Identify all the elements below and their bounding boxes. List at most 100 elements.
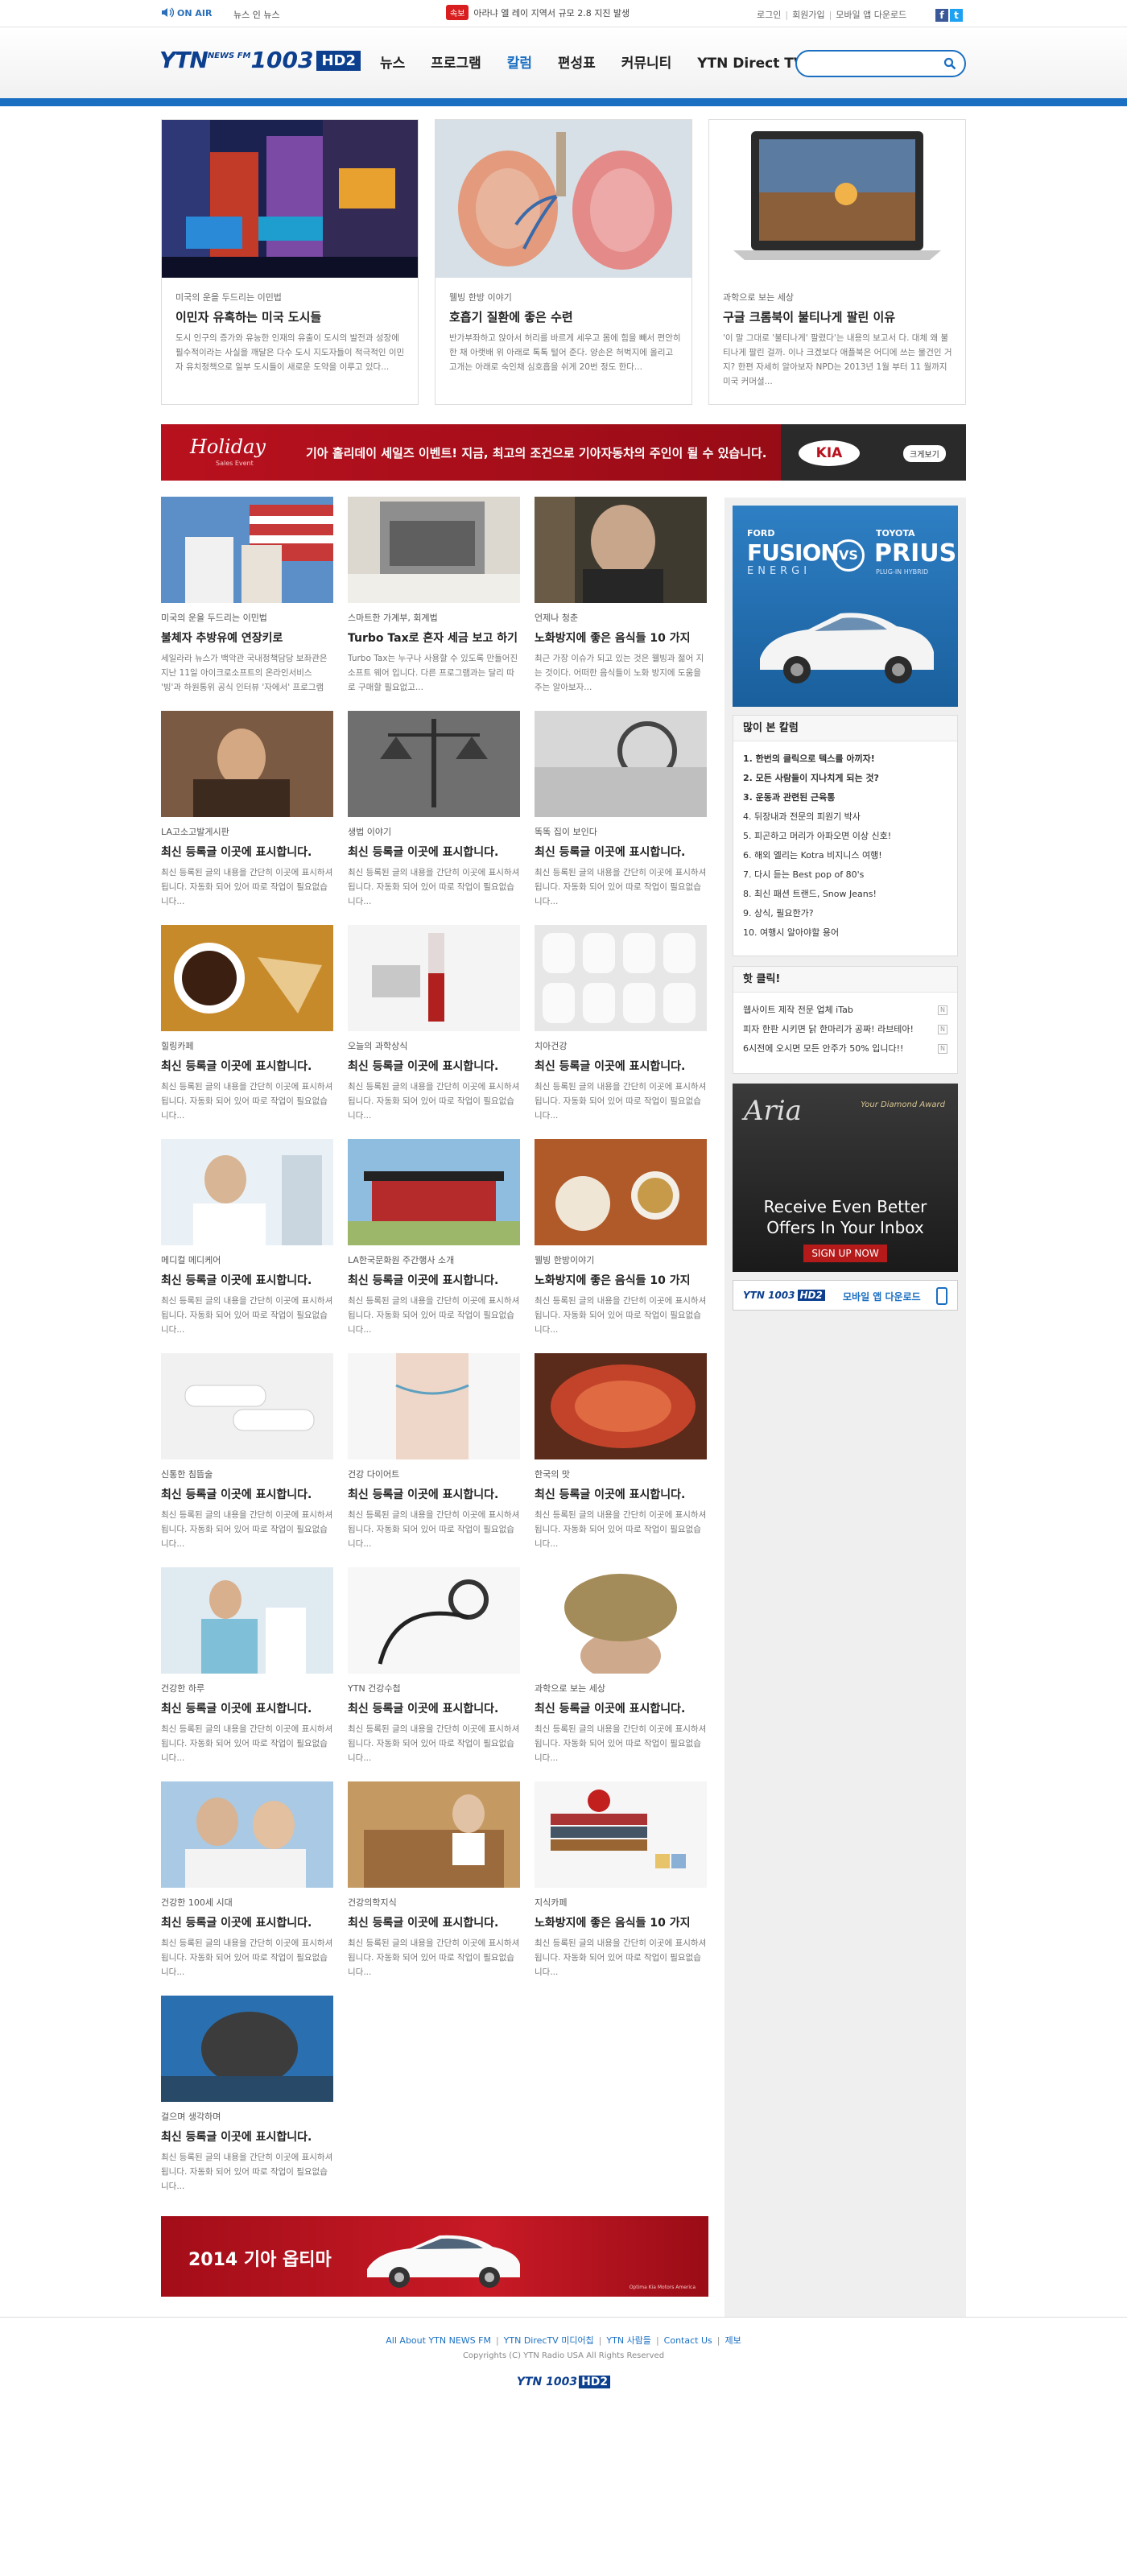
twitter-icon[interactable]: t xyxy=(950,9,963,22)
article-title[interactable]: 최신 등록글 이곳에 표시합니다. xyxy=(161,844,333,860)
article-card[interactable]: 건강한 하루 최신 등록글 이곳에 표시합니다. 최신 등록된 글의 내용을 간단히… xyxy=(161,1567,333,1765)
new-badge: N xyxy=(938,1025,947,1034)
article-desc: 최신 등록된 글의 내용을 간단히 이곳에 표시하셔 됩니다. 자동화 되어 있… xyxy=(161,1510,333,1549)
nav-programs[interactable]: 프로그램 xyxy=(431,56,481,72)
nav-direct-tv[interactable]: YTN Direct TV xyxy=(697,56,804,72)
article-title[interactable]: 최신 등록글 이곳에 표시합니다. xyxy=(161,1700,333,1716)
footer-link-about[interactable]: All About YTN NEWS FM xyxy=(386,2335,491,2346)
search-input[interactable] xyxy=(808,52,945,76)
article-title[interactable]: 노화방지에 좋은 음식들 10 가지 xyxy=(535,630,707,646)
article-desc: 최신 등록된 글의 내용을 간단히 이곳에 표시하셔 됩니다. 자동화 되어 있… xyxy=(348,868,520,906)
featured-card[interactable]: 미국의 운을 두드리는 이민법 이민자 유혹하는 미국 도시들 도시 인구의 증… xyxy=(161,119,419,405)
article-title[interactable]: 최신 등록글 이곳에 표시합니다. xyxy=(161,1914,333,1930)
hot-click-item[interactable]: 피자 한판 시키면 닭 한마리가 공짜! 라브테아! N xyxy=(743,1020,947,1039)
article-card[interactable]: 한국의 맛 최신 등록글 이곳에 표시합니다. 최신 등록된 글의 내용을 간단히 … xyxy=(535,1353,707,1551)
mobile-app-download[interactable]: YTN 1003 HD2 모바일 앱 다운로드 xyxy=(733,1280,958,1311)
article-title[interactable]: 최신 등록글 이곳에 표시합니다. xyxy=(348,1700,520,1716)
ford-fusion-ad[interactable]: FORD FUSION ENERGI VS TOYOTA PRIUS PLUG-… xyxy=(733,506,958,707)
hot-click-item[interactable]: 웹사이트 제작 전문 업체 iTab N xyxy=(743,1001,947,1020)
article-title[interactable]: 최신 등록글 이곳에 표시합니다. xyxy=(348,1486,520,1502)
featured-title[interactable]: 호흡기 질환에 좋은 수련 xyxy=(449,308,573,325)
aria-signup-button[interactable]: SIGN UP NOW xyxy=(803,1245,887,1262)
login-link[interactable]: 로그인 xyxy=(757,10,781,20)
article-title[interactable]: 최신 등록글 이곳에 표시합니다. xyxy=(348,844,520,860)
article-card[interactable]: 똑똑 집이 보인다 최신 등록글 이곳에 표시합니다. 최신 등록된 글의 내용을 … xyxy=(535,711,707,909)
article-card[interactable]: 걸으며 생각하며 최신 등록글 이곳에 표시합니다. 최신 등록된 글의 내용을 간… xyxy=(161,1996,333,2194)
article-card[interactable]: 과학으로 보는 세상 최신 등록글 이곳에 표시합니다. 최신 등록된 글의 내용을… xyxy=(535,1567,707,1765)
article-card[interactable]: 신통한 침뜸술 최신 등록글 이곳에 표시합니다. 최신 등록된 글의 내용을 간단… xyxy=(161,1353,333,1551)
article-card[interactable]: 언제나 청춘 노화방지에 좋은 음식들 10 가지 최근 가장 이슈가 되고 있는 … xyxy=(535,497,707,695)
article-title[interactable]: 노화방지에 좋은 음식들 10 가지 xyxy=(535,1914,707,1930)
article-title[interactable]: 최신 등록글 이곳에 표시합니다. xyxy=(348,1058,520,1074)
search-icon[interactable] xyxy=(943,57,956,70)
article-card[interactable]: 건강 다이어트 최신 등록글 이곳에 표시합니다. 최신 등록된 글의 내용을 간단… xyxy=(348,1353,520,1551)
nav-schedule[interactable]: 편성표 xyxy=(558,56,596,72)
tea-image xyxy=(535,1139,707,1245)
article-card[interactable]: 치아건강 최신 등록글 이곳에 표시합니다. 최신 등록된 글의 내용을 간단히 이… xyxy=(535,925,707,1123)
site-logo[interactable]: YTNNEWS FM1003 HD2 xyxy=(159,47,361,79)
footer-link-people[interactable]: YTN 사람들 xyxy=(606,2335,651,2346)
article-title[interactable]: 최신 등록글 이곳에 표시합니다. xyxy=(535,844,707,860)
kia-holiday-banner[interactable]: Holiday Sales Event 기아 홀리데이 세일즈 이벤트! 지금,… xyxy=(161,424,966,481)
featured-card[interactable]: 웰빙 한방 이야기 호흡기 질환에 좋은 수련 반가부좌하고 앉아서 허리를 바… xyxy=(435,119,692,405)
article-card[interactable]: 건강한 100세 시대 최신 등록글 이곳에 표시합니다. 최신 등록된 글의 내용… xyxy=(161,1781,333,1979)
popular-item[interactable]: 1. 한번의 클릭으로 텍스를 아끼자! xyxy=(743,749,947,769)
article-card[interactable]: 웰빙 한방이야기 노화방지에 좋은 음식들 10 가지 최신 등록된 글의 내용을 … xyxy=(535,1139,707,1337)
nav-column[interactable]: 칼럼 xyxy=(507,56,532,72)
popular-item[interactable]: 7. 다시 듣는 Best pop of 80's xyxy=(743,865,947,885)
popular-item[interactable]: 5. 피곤하고 머리가 아파오면 이상 신호! xyxy=(743,827,947,846)
popular-item[interactable]: 6. 해외 엘리는 Kotra 비지니스 여행! xyxy=(743,846,947,865)
popular-item[interactable]: 4. 뒤장내과 전문의 피원기 박사 xyxy=(743,807,947,827)
hot-click-text: 피자 한판 시키면 닭 한마리가 공짜! 라브테아! xyxy=(743,1024,914,1034)
article-title[interactable]: 최신 등록글 이곳에 표시합니다. xyxy=(161,1272,333,1288)
article-card[interactable]: 미국의 운을 두드리는 이민법 불체자 추방유예 연장키로 세일라라 뉴스가 백악관… xyxy=(161,497,333,695)
featured-card[interactable]: 과학으로 보는 세상 구글 크롬북이 불티나게 팔린 이유 '이 말 그대로 '… xyxy=(708,119,966,405)
article-card[interactable]: 스마트한 가계부, 회계법 Turbo Tax로 혼자 세금 보고 하기 Turbo… xyxy=(348,497,520,695)
hot-click-item[interactable]: 6시전에 오시면 모든 안주가 50% 입니다!! N xyxy=(743,1039,947,1059)
article-title[interactable]: 최신 등록글 이곳에 표시합니다. xyxy=(161,2128,333,2145)
aria-ad[interactable]: Aria Your Diamond Award Receive Even Bet… xyxy=(733,1084,958,1272)
article-title[interactable]: Turbo Tax로 혼자 세금 보고 하기 xyxy=(348,630,520,646)
breaking-badge: 속보 xyxy=(446,5,469,20)
kia-optima-banner[interactable]: 2014 기아 옵티마 Optima Kia Motors America xyxy=(161,2216,708,2297)
signup-link[interactable]: 회원가입 xyxy=(792,10,824,20)
article-card[interactable]: 힐링카페 최신 등록글 이곳에 표시합니다. 최신 등록된 글의 내용을 간단히 이… xyxy=(161,925,333,1123)
news-live-link[interactable]: 뉴스 인 뉴스 xyxy=(233,8,280,21)
footer-link-contact[interactable]: Contact Us xyxy=(664,2335,712,2346)
popular-item[interactable]: 9. 상식, 필요한가? xyxy=(743,904,947,923)
popular-item[interactable]: 8. 최신 패션 트랜드, Snow Jeans! xyxy=(743,885,947,904)
article-title[interactable]: 최신 등록글 이곳에 표시합니다. xyxy=(161,1486,333,1502)
facebook-icon[interactable]: f xyxy=(935,9,948,22)
article-title[interactable]: 최신 등록글 이곳에 표시합니다. xyxy=(535,1700,707,1716)
article-card[interactable]: YTN 건강수첩 최신 등록글 이곳에 표시합니다. 최신 등록된 글의 내용을 간… xyxy=(348,1567,520,1765)
popular-item[interactable]: 3. 운동과 관련된 근육통 xyxy=(743,788,947,807)
nav-community[interactable]: 커뮤니티 xyxy=(621,56,672,72)
article-title[interactable]: 최신 등록글 이곳에 표시합니다. xyxy=(348,1914,520,1930)
article-title[interactable]: 최신 등록글 이곳에 표시합니다. xyxy=(348,1272,520,1288)
article-title[interactable]: 노화방지에 좋은 음식들 10 가지 xyxy=(535,1272,707,1288)
article-title[interactable]: 불체자 추방유예 연장키로 xyxy=(161,630,333,646)
featured-title[interactable]: 이민자 유혹하는 미국 도시들 xyxy=(175,308,321,325)
article-card[interactable]: 지식카페 노화방지에 좋은 음식들 10 가지 최신 등록된 글의 내용을 간단히 … xyxy=(535,1781,707,1979)
article-card[interactable]: LA고소고발게시판 최신 등록글 이곳에 표시합니다. 최신 등록된 글의 내용을 … xyxy=(161,711,333,909)
article-card[interactable]: LA한국문화원 주간행사 소개 최신 등록글 이곳에 표시합니다. 최신 등록된 글… xyxy=(348,1139,520,1337)
article-title[interactable]: 최신 등록글 이곳에 표시합니다. xyxy=(535,1058,707,1074)
nav-news[interactable]: 뉴스 xyxy=(380,56,405,72)
article-title[interactable]: 최신 등록글 이곳에 표시합니다. xyxy=(161,1058,333,1074)
on-air-link[interactable]: ON AIR xyxy=(161,7,212,19)
new-badge: N xyxy=(938,1005,947,1015)
enlarge-button[interactable]: 크게보기 xyxy=(903,445,946,462)
popular-item[interactable]: 2. 모든 사람들이 지나치게 되는 것? xyxy=(743,769,947,788)
breaking-news[interactable]: 속보 아라냐 엘 레이 지역서 규모 2.8 지진 발생 xyxy=(446,5,630,20)
footer-link-directv[interactable]: YTN DirecTV 미디어칩 xyxy=(504,2335,594,2346)
mobile-app-link[interactable]: 모바일 앱 다운로드 xyxy=(836,10,906,20)
article-card[interactable]: 건강의학지식 최신 등록글 이곳에 표시합니다. 최신 등록된 글의 내용을 간단히… xyxy=(348,1781,520,1979)
featured-title[interactable]: 구글 크롬북이 불티나게 팔린 이유 xyxy=(723,308,895,325)
article-title[interactable]: 최신 등록글 이곳에 표시합니다. xyxy=(535,1486,707,1502)
article-category: 웰빙 한방이야기 xyxy=(535,1255,595,1265)
footer-link-report[interactable]: 제보 xyxy=(724,2335,741,2346)
popular-item[interactable]: 10. 여행시 알아야할 용어 xyxy=(743,923,947,943)
article-card[interactable]: 메디컬 메디케어 최신 등록글 이곳에 표시합니다. 최신 등록된 글의 내용을 간… xyxy=(161,1139,333,1337)
article-card[interactable]: 오늘의 과학상식 최신 등록글 이곳에 표시합니다. 최신 등록된 글의 내용을 간… xyxy=(348,925,520,1123)
article-card[interactable]: 생법 이야기 최신 등록글 이곳에 표시합니다. 최신 등록된 글의 내용을 간단히… xyxy=(348,711,520,909)
